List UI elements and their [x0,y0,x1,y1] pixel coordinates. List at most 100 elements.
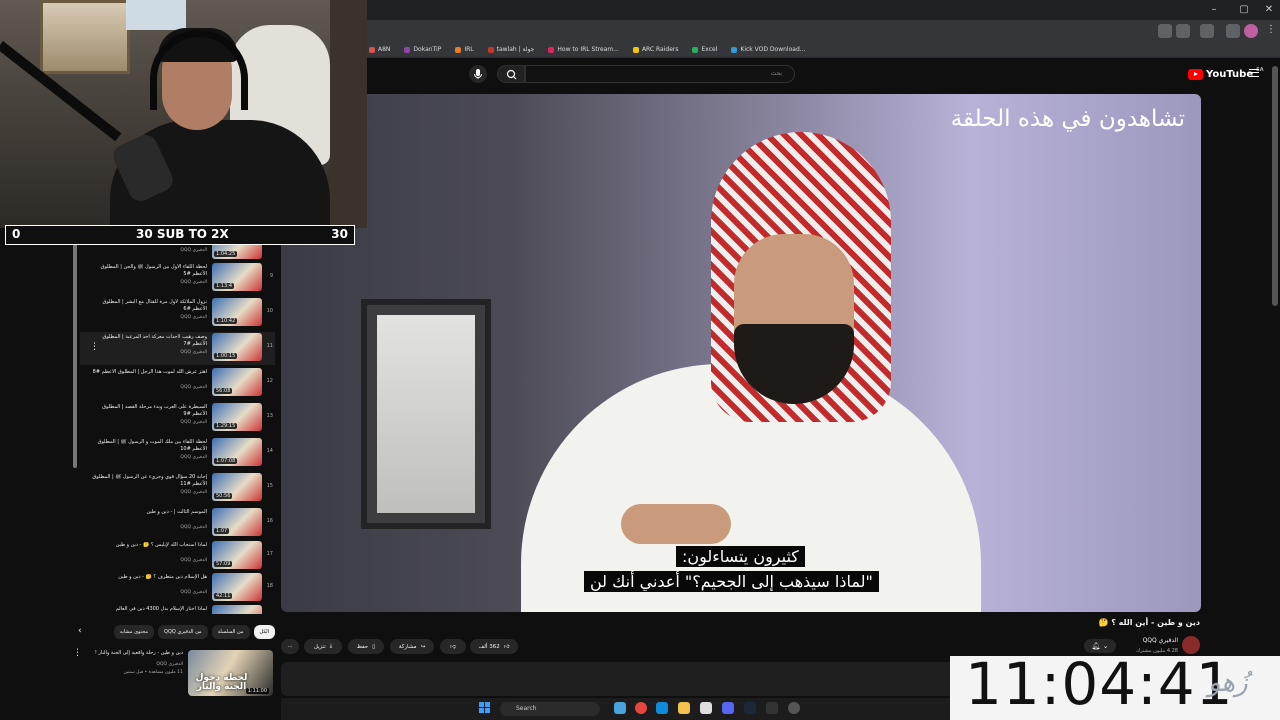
playlist-item-channel[interactable]: الدقيري QQQ [180,558,207,563]
guide-menu-icon[interactable] [1249,69,1259,77]
playlist-item-title[interactable]: السيطرة على العرب وبدء مرحلة القصد | الم… [87,404,207,418]
edge-icon[interactable] [656,702,668,714]
playlist-item-channel[interactable]: الدقيري QQQ [180,385,207,390]
save-button[interactable]: ▯ حفظ [348,639,384,654]
video-title: دين و طين - أين الله ؟ 🤔 [1098,618,1200,627]
playlist-item[interactable]: 12 56:08 اهتز عرش الله لموت هذا الرجل | ال… [80,367,275,400]
bookmark-star-icon[interactable] [1176,24,1190,38]
bookmark-item[interactable]: DokanTiP [404,46,441,53]
playlist-item[interactable]: 17 57:09 لماذا استجاب الله لإبليس ؟ 🤔 - دي… [80,540,275,573]
playlist-item[interactable]: 10 1:10:42 نزول الملائكة لأول مرة للقتال م… [80,297,275,330]
chip-related[interactable]: محتوى مشابه [113,625,155,639]
playlist-item-channel[interactable]: الدقيري QQQ [180,590,207,595]
playlist-thumbnail[interactable]: 1:29:15 [212,403,262,431]
page-scrollbar[interactable] [1272,66,1278,306]
like-button[interactable]: 👍︎ 362 ألف [470,639,518,654]
cast-icon[interactable] [1158,24,1172,38]
playlist-item-channel[interactable]: الدقيري QQQ [180,420,207,425]
minimize-button[interactable]: – [1200,2,1228,18]
playlist-scrollbar[interactable] [73,228,77,468]
close-button[interactable]: ✕ [1255,2,1280,18]
bookmark-item[interactable]: A8N [369,46,390,53]
recommended-channel[interactable]: الدقيري QQQ [156,662,183,667]
playlist-thumbnail[interactable]: 57:09 [212,541,262,569]
chip-channel[interactable]: من الدقيري QQQ [158,625,208,639]
playlist-item-channel[interactable]: الدقيري QQQ [180,350,207,355]
discord-icon[interactable] [722,702,734,714]
browser-menu-icon[interactable]: ⋮ [1264,24,1278,38]
recommended-thumbnail[interactable]: لحظة دخول الجنة والنار 1:11:00 [188,650,273,696]
playlist-item-channel[interactable]: الدقيري QQQ [180,455,207,460]
playlist-item-title[interactable]: لحظة اللقاء بين ملك الموت و الرسول ﷺ | ا… [87,439,207,453]
copilot-icon[interactable] [614,702,626,714]
playlist-item-title[interactable]: لحظة اللقاء الأول بين الرسول ﷺ والجن | ا… [87,264,207,278]
more-options-icon[interactable]: ⋮ [90,342,99,352]
more-actions-button[interactable]: ··· [281,639,299,654]
playlist-item-title[interactable]: لماذا استجاب الله لإبليس ؟ 🤔 - دين و طين [87,542,207,549]
playlist-thumbnail[interactable]: 50:56 [212,473,262,501]
playlist-item[interactable]: 15 50:56 إجابة 20 سؤال قوي وجريء عن الرسول… [80,472,275,505]
playlist-thumbnail[interactable]: 42:11 [212,573,262,601]
bookmark-item[interactable]: ARC Raiders [632,46,678,53]
video-player[interactable]: تشاهدون في هذه الحلقة كثيرون يتساءلون: "… [281,94,1201,612]
background-horse-painting [361,299,491,529]
playlist-thumbnail[interactable]: 1:07:08 [212,438,262,466]
app-icon[interactable] [788,702,800,714]
search-icon [506,69,517,80]
playlist-item[interactable]: 11 1:00:15 وصف رهيب لأحداث معركة أحد المرع… [80,332,275,365]
playlist-item-title[interactable]: وصف رهيب لأحداث معركة أحد المرعبة | المط… [87,334,207,348]
profile-avatar[interactable] [1244,24,1258,38]
playlist-item-title[interactable]: لماذا اختار الإسلام بدل 4300 دين في العا… [87,606,207,613]
share-button[interactable]: ↪ مشاركة [390,639,434,654]
playlist-item[interactable]: 18 42:11 هل الإسلام دين متطرف ؟ 🤔 - دين و … [80,572,275,605]
playlist-item[interactable]: 14 1:07:08 لحظة اللقاء بين ملك الموت و الر… [80,437,275,470]
playlist-item-channel[interactable]: الدقيري QQQ [180,315,207,320]
bookmark-item[interactable]: IRL [455,46,474,53]
playlist-thumbnail[interactable]: 1:07 [212,508,262,536]
taskbar-search[interactable]: Search [500,702,600,716]
steam-icon[interactable] [744,702,756,714]
chip-all[interactable]: الكل [253,625,275,639]
reading-list-icon[interactable] [1226,24,1240,38]
search-input[interactable]: بحث [525,65,795,83]
bookmark-item[interactable]: How to IRL Stream... [548,46,619,53]
recommended-title[interactable]: دين و طين - رحلة واقعية إلى الجنة والنار… [83,650,183,657]
maximize-button[interactable]: ▢ [1230,2,1258,18]
playlist-item[interactable]: 13 1:29:15 السيطرة على العرب وبدء مرحلة ال… [80,402,275,435]
playlist-item[interactable]: 16 1:07 الموسم الثالث | - دين و طين الدقيري… [80,507,275,540]
playlist-item[interactable]: 19لماذا اختار الإسلام بدل 4300 دين في ال… [80,604,275,614]
playlist-item-title[interactable]: نزول الملائكة لأول مرة للقتال مع البشر |… [87,299,207,313]
voice-search-icon[interactable] [469,65,487,83]
playlist-thumbnail[interactable] [212,605,262,614]
playlist-item-title[interactable]: هل الإسلام دين متطرف ؟ 🤔 - دين و طين [87,574,207,581]
playlist-thumbnail[interactable]: 1:13:4 [212,263,262,291]
playlist-thumbnail[interactable]: 1:10:42 [212,298,262,326]
bookmark-item[interactable]: Excel [692,46,717,53]
playlist-item-title[interactable]: اهتز عرش الله لموت هذا الرجل | المطلوق ا… [87,369,207,376]
calendar-icon[interactable] [700,702,712,714]
playlist-item[interactable]: 9 1:13:4 لحظة اللقاء الأول بين الرسول ﷺ وا… [80,262,275,295]
dislike-button[interactable]: 👎︎ [440,639,466,654]
playlist-thumbnail[interactable]: 56:08 [212,368,262,396]
recommended-video[interactable]: لحظة دخول الجنة والنار 1:11:00 دين و طين… [73,648,275,696]
address-bar[interactable] [367,20,1280,42]
playlist-item-channel[interactable]: الدقيري QQQ [180,490,207,495]
chrome-icon[interactable] [635,702,647,714]
playlist-item-channel[interactable]: الدقيري QQQ [180,280,207,285]
file-explorer-icon[interactable] [678,702,690,714]
extensions-icon[interactable] [1200,24,1214,38]
search-button[interactable] [497,65,525,83]
bookmark-item[interactable]: tawlah | جولة [487,46,534,53]
playlist-item-channel[interactable]: الدقيري QQQ [180,248,207,253]
chip-series[interactable]: من السلسلة [211,625,250,639]
download-button[interactable]: ⤓ تنزيل [304,639,342,654]
playlist-item-channel[interactable]: الدقيري QQQ [180,525,207,530]
obs-icon[interactable] [766,702,778,714]
playlist-item-title[interactable]: الموسم الثالث | - دين و طين [87,509,207,516]
playlist-item-title[interactable]: إجابة 20 سؤال قوي وجريء عن الرسول ﷺ | ال… [87,474,207,488]
bookmark-item[interactable]: Kick VOD Download... [731,46,805,53]
playlist-thumbnail[interactable]: 1:00:15 [212,333,262,361]
playlist-index: 10 [266,308,273,314]
windows-start-icon[interactable] [479,702,491,714]
more-options-icon[interactable]: ⋮ [73,648,82,658]
